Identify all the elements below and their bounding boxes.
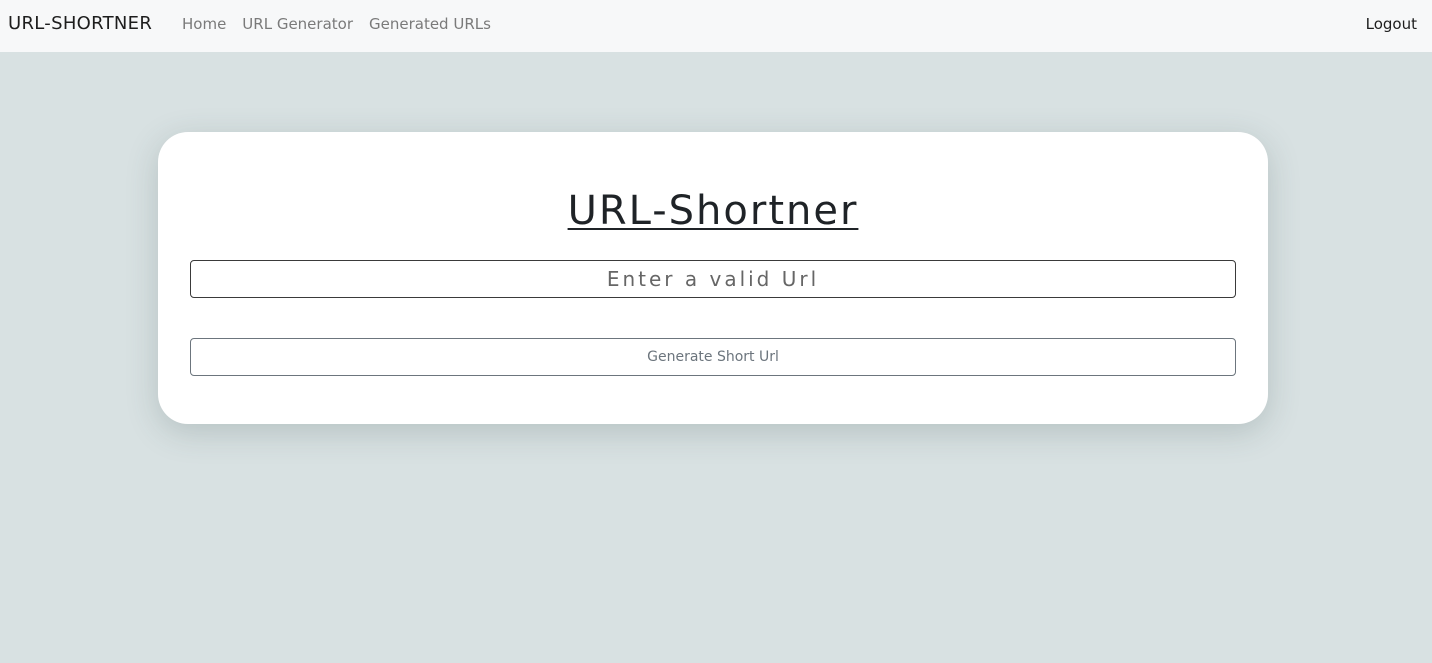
url-input[interactable] (190, 260, 1236, 298)
nav-link-home[interactable]: Home (182, 15, 226, 33)
nav-link-generated-urls[interactable]: Generated URLs (369, 15, 491, 33)
nav-link-url-generator[interactable]: URL Generator (242, 15, 353, 33)
generate-short-url-button[interactable]: Generate Short Url (190, 338, 1236, 376)
brand-link[interactable]: URL-SHORTNER (8, 13, 152, 34)
nav-links: Home URL Generator Generated URLs (182, 15, 491, 33)
top-navbar: URL-SHORTNER Home URL Generator Generate… (0, 0, 1432, 52)
shortener-card: URL-Shortner Generate Short Url (158, 132, 1268, 424)
logout-link[interactable]: Logout (1366, 15, 1417, 33)
card-title: URL-Shortner (567, 188, 859, 234)
